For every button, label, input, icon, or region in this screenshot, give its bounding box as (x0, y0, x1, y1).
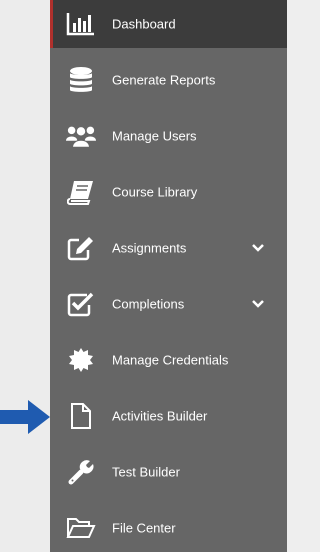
sidebar-item-activities-builder[interactable]: Activities Builder (50, 388, 287, 444)
sidebar-item-label: Dashboard (112, 16, 176, 32)
sidebar-item-manage-credentials[interactable]: Manage Credentials (50, 332, 287, 388)
edit-icon (66, 233, 96, 263)
book-icon (66, 177, 96, 207)
users-icon (66, 121, 96, 151)
certificate-icon (66, 345, 96, 375)
sidebar-item-course-library[interactable]: Course Library (50, 164, 287, 220)
sidebar-item-label: Course Library (112, 184, 198, 200)
folder-open-icon (66, 513, 96, 543)
sidebar-item-test-builder[interactable]: Test Builder (50, 444, 287, 500)
sidebar-nav: Dashboard Generate Reports Manage Users … (50, 0, 287, 552)
sidebar-item-label: Manage Credentials (112, 352, 229, 368)
sidebar-item-label: Completions (112, 296, 185, 312)
sidebar-item-label: Manage Users (112, 128, 197, 144)
sidebar-item-label: Test Builder (112, 464, 180, 480)
arrow-right-icon (0, 400, 50, 434)
file-icon (66, 401, 96, 431)
sidebar-item-generate-reports[interactable]: Generate Reports (50, 52, 287, 108)
sidebar-item-label: Assignments (112, 240, 187, 256)
sidebar-item-dashboard[interactable]: Dashboard (50, 0, 287, 48)
chevron-down-icon[interactable] (251, 297, 265, 311)
database-icon (66, 65, 96, 95)
sidebar-item-completions[interactable]: Completions (50, 276, 287, 332)
page: Dashboard Generate Reports Manage Users … (0, 0, 287, 552)
sidebar-item-file-center[interactable]: File Center (50, 500, 287, 552)
sidebar-item-manage-users[interactable]: Manage Users (50, 108, 287, 164)
chevron-down-icon[interactable] (251, 241, 265, 255)
sidebar-item-label: File Center (112, 520, 176, 536)
sidebar-item-label: Generate Reports (112, 72, 216, 88)
sidebar-item-assignments[interactable]: Assignments (50, 220, 287, 276)
sidebar-item-label: Activities Builder (112, 408, 208, 424)
check-square-icon (66, 289, 96, 319)
wrench-icon (66, 457, 96, 487)
bar-chart-icon (66, 9, 96, 39)
